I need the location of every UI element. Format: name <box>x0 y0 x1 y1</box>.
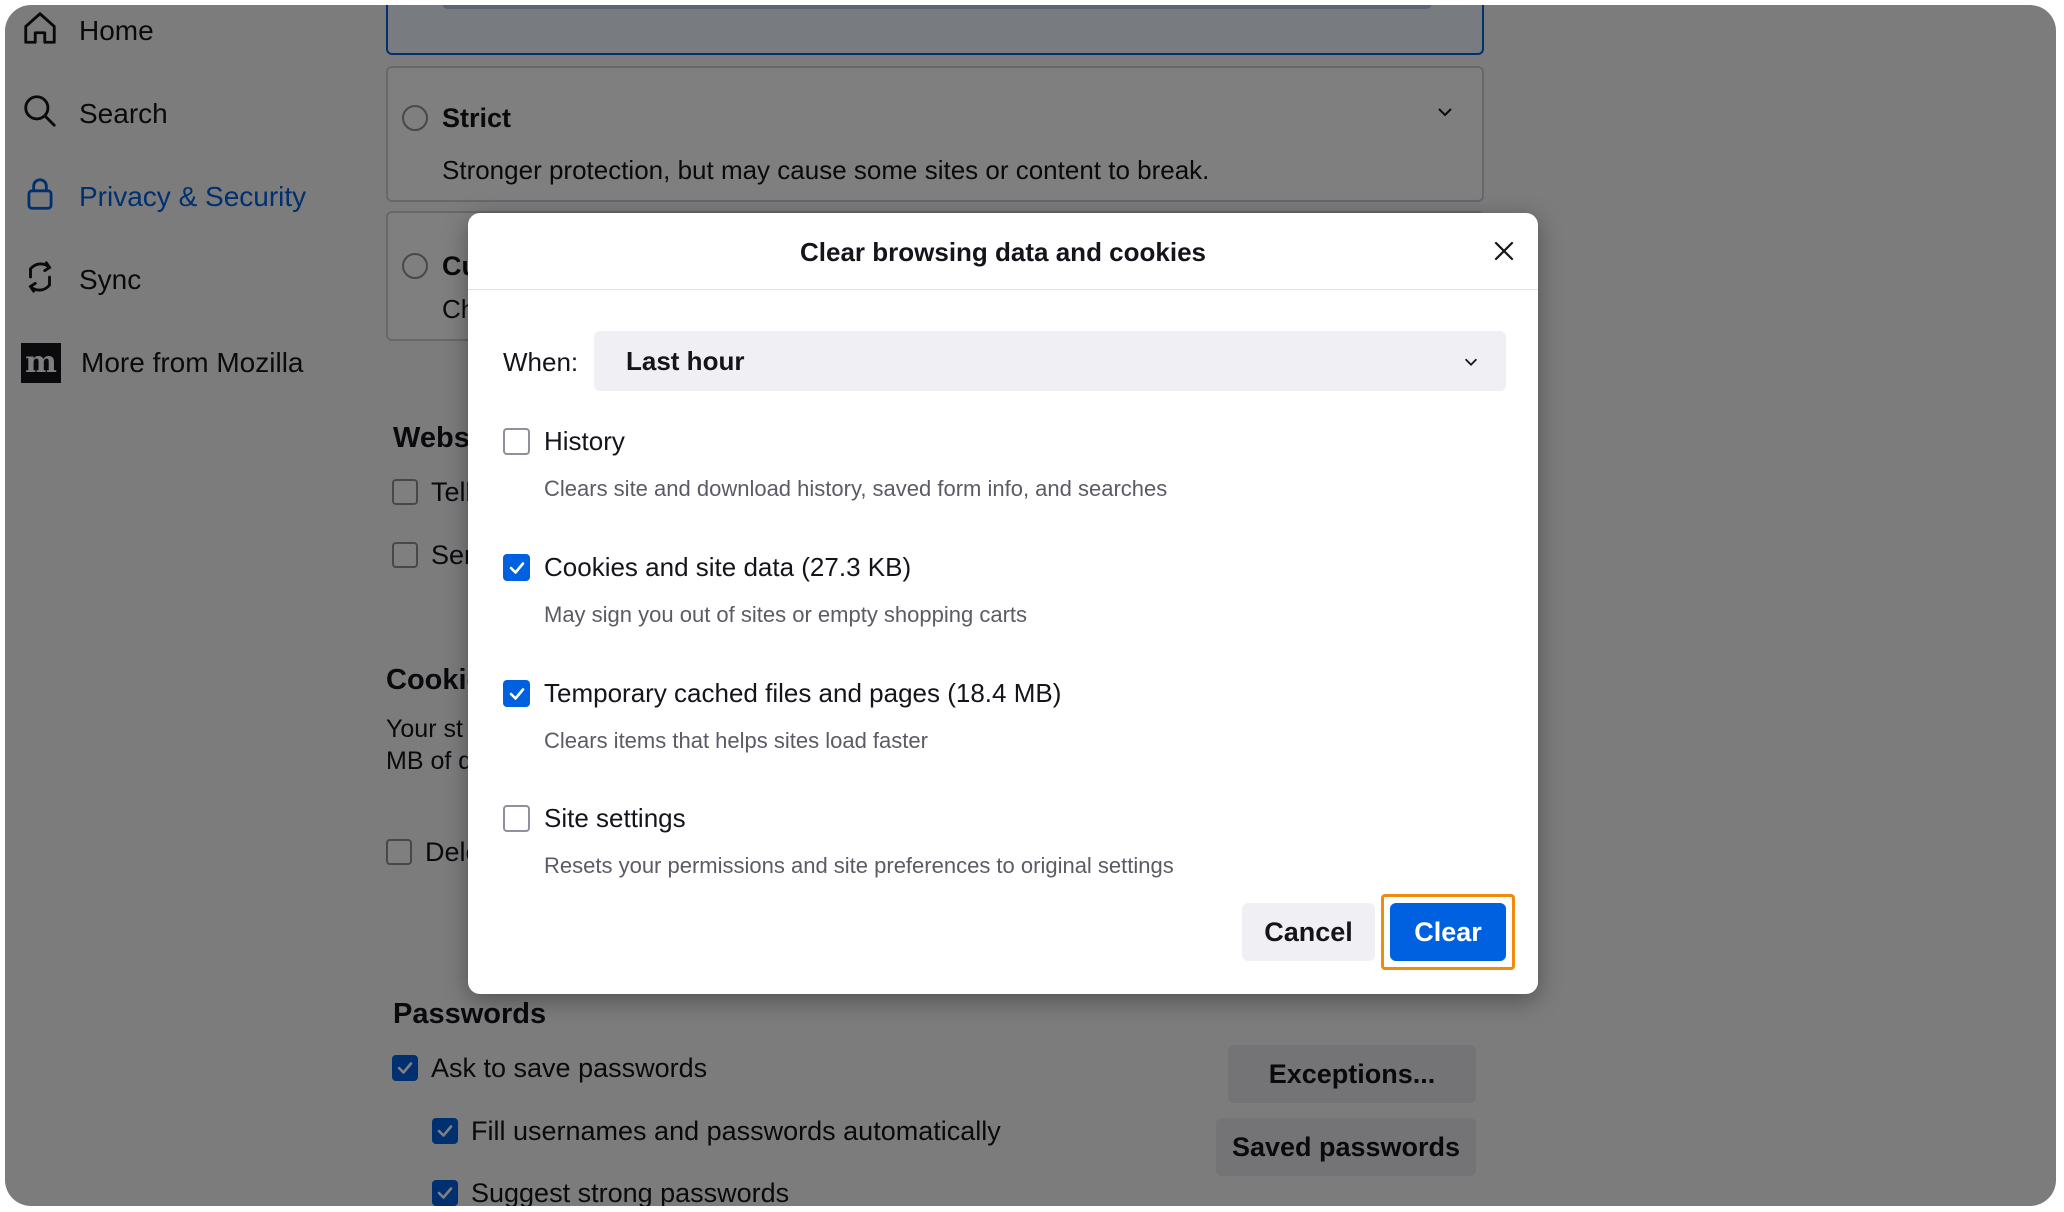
close-icon <box>1494 241 1514 261</box>
option-label: Site settings <box>544 803 686 833</box>
time-range-value: Last hour <box>626 346 745 376</box>
option-cache[interactable]: Temporary cached files and pages (18.4 M… <box>503 678 1503 780</box>
option-history[interactable]: History Clears site and download history… <box>503 426 1503 528</box>
cancel-button[interactable]: Cancel <box>1242 903 1375 961</box>
when-label: When: <box>503 347 579 377</box>
dialog-header: Clear browsing data and cookies <box>468 213 1538 290</box>
time-range-dropdown[interactable]: Last hour <box>594 331 1506 391</box>
option-site-settings[interactable]: Site settings Resets your permissions an… <box>503 803 1503 905</box>
close-button[interactable] <box>1484 231 1524 271</box>
cache-checkbox[interactable] <box>503 680 530 707</box>
option-label: Temporary cached files and pages (18.4 M… <box>544 678 1062 708</box>
option-description: Clears site and download history, saved … <box>544 476 1168 501</box>
option-label: History <box>544 426 625 456</box>
checkmark-icon <box>509 561 524 574</box>
browser-window: Home Search Privacy & Security Sync m Mo… <box>5 5 2056 1206</box>
site-settings-checkbox[interactable] <box>503 805 530 832</box>
clear-button[interactable]: Clear <box>1390 903 1506 961</box>
checkmark-icon <box>509 687 524 700</box>
option-description: Resets your permissions and site prefere… <box>544 853 1174 878</box>
option-description: Clears items that helps sites load faste… <box>544 728 928 753</box>
history-checkbox[interactable] <box>503 428 530 455</box>
chevron-down-icon <box>1464 358 1478 366</box>
clear-data-dialog: Clear browsing data and cookies When: La… <box>468 213 1538 994</box>
option-label: Cookies and site data (27.3 KB) <box>544 552 912 582</box>
option-description: May sign you out of sites or empty shopp… <box>544 602 1028 627</box>
dialog-title: Clear browsing data and cookies <box>800 237 1206 267</box>
option-cookies[interactable]: Cookies and site data (27.3 KB) May sign… <box>503 552 1503 654</box>
cookies-checkbox[interactable] <box>503 554 530 581</box>
